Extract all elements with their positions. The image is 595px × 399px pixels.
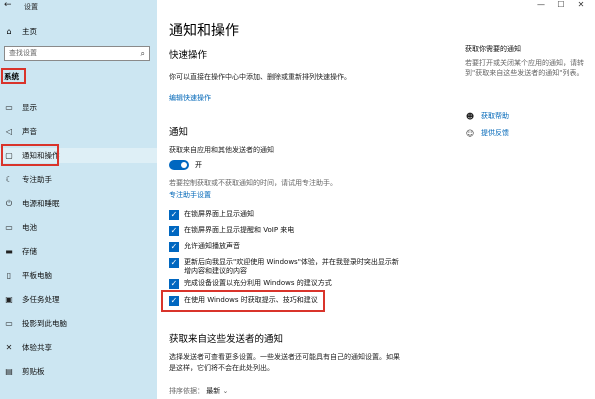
toggle-desc: 获取来自应用和其他发送者的通知 (169, 146, 274, 154)
sidebar-item-label: 专注助手 (22, 175, 52, 184)
sort-value[interactable]: 最新 (206, 387, 220, 395)
window-controls: — ☐ ✕ (531, 0, 591, 9)
checkbox-row[interactable]: ✓ 完成设备设置以充分利用 Windows 的建议方式 (169, 279, 332, 289)
storage-icon: ▬ (5, 247, 13, 256)
checkbox-checked-icon[interactable]: ✓ (169, 242, 179, 252)
back-arrow-icon[interactable]: ← (4, 1, 12, 10)
right-panel-title: 获取你需要的通知 (465, 45, 521, 53)
sound-icon: ◁ (5, 127, 13, 136)
quick-actions-desc: 你可以直接在操作中心中添加、删除或重新排列快速操作。 (169, 73, 351, 81)
checkbox-checked-icon[interactable]: ✓ (169, 210, 179, 220)
clipboard-icon: ▤ (5, 367, 13, 376)
sidebar-item-label: 显示 (22, 103, 37, 112)
sidebar-item-tablet[interactable]: ▯ 平板电脑 (0, 268, 157, 283)
get-help-label: 获取帮助 (481, 112, 509, 120)
project-icon: ▭ (5, 319, 13, 328)
sidebar-item-power[interactable]: ⏻ 电源和睡眠 (0, 196, 157, 211)
sidebar-item-battery[interactable]: ▭ 电池 (0, 220, 157, 235)
minimize-icon[interactable]: — (531, 0, 551, 9)
edit-quick-actions-link[interactable]: 编辑快速操作 (169, 93, 211, 103)
checkbox-label: 在锁屏界面上显示通知 (184, 210, 254, 218)
senders-desc: 选择发送者可查看更多设置。一些发送者还可能具有自己的通知设置。如果是这样，它们将… (169, 353, 400, 372)
page-title: 通知和操作 (169, 23, 239, 39)
home-nav-item[interactable]: ⌂ 主页 (4, 24, 37, 38)
close-icon[interactable]: ✕ (571, 0, 591, 9)
display-icon: ▭ (5, 103, 13, 112)
toggle-state-label: 开 (195, 161, 202, 169)
notifications-toggle[interactable] (169, 160, 189, 170)
get-help-link[interactable]: ☻ 获取帮助 (465, 111, 509, 121)
maximize-icon[interactable]: ☐ (551, 0, 571, 9)
sort-label: 排序依据： (169, 387, 204, 395)
feedback-icon: ☺ (465, 128, 475, 138)
sidebar-item-label: 电源和睡眠 (22, 199, 60, 208)
sidebar-item-label: 平板电脑 (22, 271, 52, 280)
sidebar-item-clipboard[interactable]: ▤ 剪贴板 (0, 364, 157, 379)
checkbox-label: 完成设备设置以充分利用 Windows 的建议方式 (184, 279, 332, 287)
main-content: — ☐ ✕ 通知和操作 快速操作 你可以直接在操作中心中添加、删除或重新排列快速… (157, 0, 595, 399)
quick-actions-heading: 快速操作 (169, 50, 208, 61)
power-icon: ⏻ (5, 198, 13, 208)
highlight-box-system (1, 68, 26, 84)
sidebar-item-label: 存储 (22, 247, 37, 256)
senders-heading: 获取来自这些发送者的通知 (169, 334, 284, 345)
multitasking-icon: ▣ (5, 295, 13, 304)
focus-assist-icon: ☾ (5, 175, 13, 184)
search-input[interactable]: 查找设置 ⌕ (4, 46, 150, 61)
checkbox-checked-icon[interactable]: ✓ (169, 258, 179, 268)
sidebar-item-label: 剪贴板 (22, 367, 45, 376)
checkbox-checked-icon[interactable]: ✓ (169, 226, 179, 236)
sidebar-item-display[interactable]: ▭ 显示 (0, 100, 157, 115)
home-icon: ⌂ (6, 26, 12, 36)
sidebar-item-focus-assist[interactable]: ☾ 专注助手 (0, 172, 157, 187)
app-title: 设置 (24, 3, 38, 11)
feedback-label: 提供反馈 (481, 129, 509, 137)
right-panel-desc: 若要打开或关闭某个应用的通知，请转到"获取来自这些发送者的通知"列表。 (465, 59, 584, 77)
notifications-heading: 通知 (169, 127, 189, 138)
sidebar-item-label: 声音 (22, 127, 37, 136)
sidebar-item-label: 多任务处理 (22, 295, 60, 304)
sidebar-item-project[interactable]: ▭ 投影到此电脑 (0, 316, 157, 331)
sidebar-item-sound[interactable]: ◁ 声音 (0, 124, 157, 139)
checkbox-row[interactable]: ✓ 允许通知播放声音 (169, 242, 240, 252)
checkbox-row[interactable]: ✓ 在锁屏界面上显示提醒和 VoIP 来电 (169, 226, 294, 236)
checkbox-row[interactable]: ✓ 在锁屏界面上显示通知 (169, 210, 254, 220)
sidebar-item-shared-experiences[interactable]: ✕ 体验共享 (0, 340, 157, 355)
sidebar: ← 设置 ⌂ 主页 查找设置 ⌕ 系统 ▭ 显示 ◁ 声音 ▢ 通知和操作 ☾ … (0, 0, 157, 399)
search-icon[interactable]: ⌕ (141, 47, 145, 60)
checkbox-row[interactable]: ✓ 更新后向我显示"欢迎使用 Windows"体验，并在我登录时突出显示新增内容… (169, 258, 401, 276)
checkbox-checked-icon[interactable]: ✓ (169, 279, 179, 289)
help-icon: ☻ (465, 111, 475, 121)
search-placeholder: 查找设置 (9, 49, 37, 57)
home-label: 主页 (22, 26, 37, 36)
sort-row[interactable]: 排序依据： 最新 ⌄ (169, 386, 228, 396)
feedback-link[interactable]: ☺ 提供反馈 (465, 128, 509, 138)
checkbox-label: 允许通知播放声音 (184, 242, 240, 250)
shared-experiences-icon: ✕ (5, 343, 13, 352)
highlight-box-tips (161, 290, 325, 312)
highlight-box-notifications (1, 144, 59, 166)
sidebar-item-label: 体验共享 (22, 343, 52, 352)
chevron-down-icon[interactable]: ⌄ (222, 387, 228, 395)
focus-assist-settings-link[interactable]: 专注助手设置 (169, 190, 211, 200)
title-bar: ← 设置 (0, 0, 157, 14)
checkbox-label: 更新后向我显示"欢迎使用 Windows"体验，并在我登录时突出显示新增内容和建… (184, 258, 399, 275)
tablet-icon: ▯ (6, 271, 12, 280)
sidebar-item-label: 投影到此电脑 (22, 319, 67, 328)
battery-icon: ▭ (5, 223, 13, 232)
sidebar-item-storage[interactable]: ▬ 存储 (0, 244, 157, 259)
checkbox-label: 在锁屏界面上显示提醒和 VoIP 来电 (184, 226, 295, 234)
sidebar-item-label: 电池 (22, 223, 37, 232)
sidebar-item-multitasking[interactable]: ▣ 多任务处理 (0, 292, 157, 307)
focus-assist-desc: 若要控制获取或不获取通知的时间，请试用专注助手。 (169, 179, 337, 187)
